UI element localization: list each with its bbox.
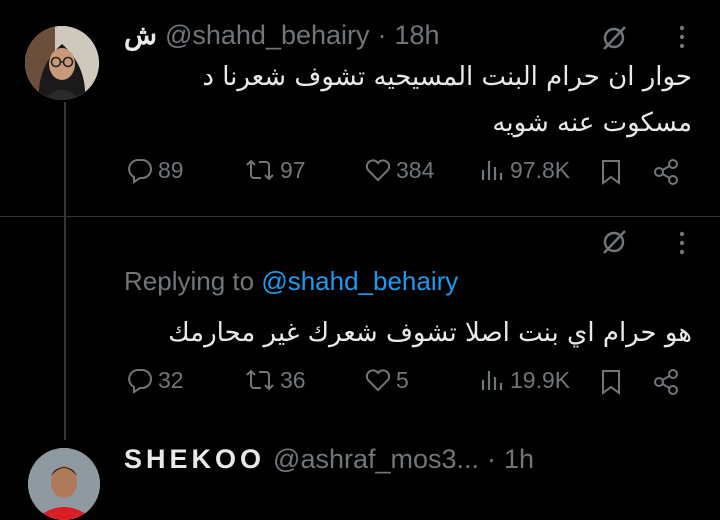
like-icon <box>365 369 391 392</box>
timestamp[interactable]: 1h <box>504 444 534 475</box>
views-count: 97.8K <box>510 156 571 183</box>
tweet-1[interactable]: ش @shahd_behairy · 18h حوار ان حرام البن… <box>0 0 720 220</box>
like-button[interactable]: 5 <box>364 366 409 394</box>
tweet-text: هو حرام اي بنت اصلا تشوف شعرك غير محارمك <box>168 318 692 348</box>
tweet-divider <box>0 216 720 217</box>
reply-count: 89 <box>158 156 184 183</box>
replying-to-mention[interactable]: @shahd_behairy <box>261 266 458 296</box>
share-icon[interactable] <box>652 158 680 186</box>
like-button[interactable]: 384 <box>364 156 434 184</box>
action-bar: 89 97 384 97.8K <box>0 154 720 194</box>
more-icon[interactable] <box>678 230 686 256</box>
repost-icon <box>246 159 274 181</box>
reply-count: 32 <box>158 366 184 393</box>
more-icon[interactable] <box>678 24 686 50</box>
tweet-2[interactable]: SHEKOO @ashraf_mos3... · 1h Replying to … <box>0 220 720 520</box>
timestamp[interactable]: 18h <box>395 20 440 51</box>
avatar[interactable] <box>28 448 100 520</box>
repost-button[interactable]: 36 <box>244 366 306 394</box>
repost-icon <box>246 369 274 391</box>
like-icon <box>365 159 391 182</box>
reply-button[interactable]: 89 <box>126 156 184 184</box>
tweet-header: ش @shahd_behairy · 18h <box>124 20 440 51</box>
views-count: 19.9K <box>510 366 571 393</box>
replying-to-line: Replying to @shahd_behairy <box>124 266 458 297</box>
tweet-text: حوار ان حرام البنت المسيحيه تشوف شعرنا د… <box>202 62 692 138</box>
repost-button[interactable]: 97 <box>244 156 306 184</box>
views-icon <box>481 371 503 390</box>
share-icon[interactable] <box>652 368 680 396</box>
bookmark-icon[interactable] <box>600 158 622 186</box>
like-count: 384 <box>396 156 435 183</box>
like-count: 5 <box>396 366 409 393</box>
tweet-header: SHEKOO @ashraf_mos3... · 1h <box>124 444 534 475</box>
user-handle[interactable]: @shahd_behairy <box>165 20 370 51</box>
action-bar: 32 36 5 19.9K <box>0 364 720 404</box>
bookmark-icon[interactable] <box>600 368 622 396</box>
reply-button[interactable]: 32 <box>126 366 184 394</box>
repost-count: 97 <box>280 156 306 183</box>
views-icon <box>481 161 503 180</box>
separator-dot: · <box>487 444 497 474</box>
repost-count: 36 <box>280 366 306 393</box>
views-button[interactable]: 19.9K <box>480 366 570 394</box>
display-name[interactable]: ش <box>124 20 157 51</box>
avatar[interactable] <box>25 26 99 100</box>
grok-icon[interactable] <box>600 24 628 52</box>
display-name[interactable]: SHEKOO <box>124 444 265 475</box>
reply-icon <box>128 159 152 184</box>
separator-dot: · <box>377 20 387 50</box>
views-button[interactable]: 97.8K <box>480 156 570 184</box>
grok-icon[interactable] <box>600 228 628 256</box>
user-handle[interactable]: @ashraf_mos3... <box>273 444 479 475</box>
reply-icon <box>128 369 152 394</box>
replying-to-label: Replying to <box>124 266 255 296</box>
